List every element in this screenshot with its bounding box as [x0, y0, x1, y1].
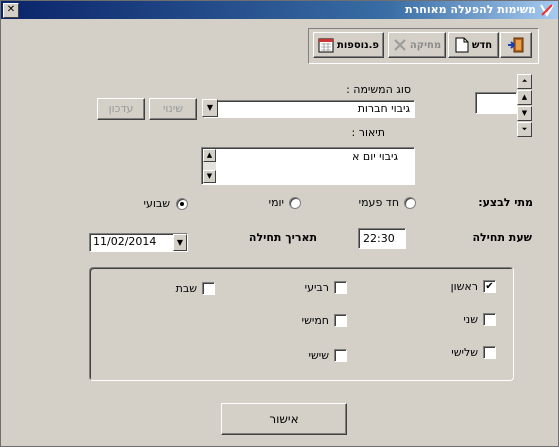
new-label: חדש: [471, 39, 493, 51]
day-label-monday: שני: [463, 313, 478, 326]
first-icon: ⏶: [521, 77, 528, 85]
description-text: גיבוי יום א: [352, 150, 398, 163]
calendar-icon: [318, 38, 334, 53]
scroll-down-button[interactable]: ▼: [203, 170, 216, 183]
day-checkbox-thursday[interactable]: [334, 314, 347, 327]
task-type-select[interactable]: גיבוי חברות: [203, 100, 415, 118]
start-date-value: 11/02/2014: [93, 235, 157, 248]
checkmark-icon: ✔: [485, 281, 494, 292]
chevron-down-icon: ▼: [176, 238, 184, 247]
next-record-button[interactable]: ▼: [517, 106, 532, 121]
weekly-label: שבועי: [143, 197, 171, 210]
task-type-label: סוג המשימה :: [346, 83, 411, 96]
delete-label: מחיקה: [409, 39, 442, 51]
start-time-label: שעת תחילה: [472, 231, 532, 244]
task-type-dropdown-button[interactable]: ▼: [202, 99, 218, 117]
day-label-thursday: חמישי: [301, 314, 329, 327]
start-date-dropdown-button[interactable]: ▼: [173, 234, 187, 251]
last-icon: ⏷: [521, 125, 528, 133]
task-type-value: גיבוי חברות: [357, 102, 410, 115]
change-button[interactable]: שינוי: [149, 98, 197, 120]
day-label-saturday: שבת: [175, 282, 197, 295]
delete-button[interactable]: מחיקה: [388, 32, 446, 58]
once-radio[interactable]: [404, 197, 416, 209]
extras-button[interactable]: פ.נוספות: [313, 32, 384, 58]
delete-x-icon: [394, 39, 406, 51]
once-label: חד פעמי: [358, 196, 399, 209]
start-time-value: 22:30: [363, 232, 395, 245]
weekly-radio[interactable]: [176, 198, 188, 210]
description-textarea[interactable]: גיבוי יום א ▲ ▼: [201, 147, 415, 185]
description-label: תיאור :: [351, 126, 385, 139]
day-label-sunday: ראשון: [450, 280, 478, 293]
day-checkbox-friday[interactable]: [334, 349, 347, 362]
ok-button[interactable]: אישור: [221, 403, 347, 435]
previous-record-button[interactable]: ▲: [517, 90, 532, 105]
day-label-friday: שישי: [308, 349, 329, 362]
down-arrow-icon: ▼: [521, 109, 528, 117]
close-button[interactable]: ✕: [3, 3, 19, 18]
extras-label: פ.נוספות: [337, 39, 379, 51]
day-checkbox-saturday[interactable]: [202, 282, 215, 295]
day-checkbox-tuesday[interactable]: [483, 346, 496, 359]
document-icon: [455, 37, 469, 53]
app-logo-icon: [540, 4, 554, 17]
update-button[interactable]: עדכון: [97, 98, 145, 120]
start-time-input[interactable]: 22:30: [358, 228, 406, 249]
exit-button[interactable]: [500, 32, 532, 58]
day-label-wednesday: רביעי: [304, 281, 329, 294]
scroll-up-button[interactable]: ▲: [203, 149, 216, 162]
exit-door-icon: [508, 37, 524, 53]
daily-radio[interactable]: [289, 197, 301, 209]
up-arrow-icon: ▲: [206, 151, 213, 159]
window-title: משימות להפעלה מאוחרת: [405, 3, 536, 16]
close-icon: ✕: [6, 4, 16, 15]
when-label: מתי לבצע:: [478, 196, 533, 209]
daily-label: יומי: [268, 196, 284, 209]
day-checkbox-monday[interactable]: [483, 313, 496, 326]
record-number-field[interactable]: [475, 92, 517, 114]
start-date-label: תאריך תחילה: [248, 231, 317, 244]
chevron-down-icon: ▼: [206, 103, 214, 112]
task-scheduler-window: ✕ משימות להפעלה מאוחרת חדש מחיקה פ.נוספו…: [0, 0, 559, 447]
first-record-button[interactable]: ⏶: [517, 74, 532, 89]
down-arrow-icon: ▼: [206, 172, 213, 180]
last-record-button[interactable]: ⏷: [517, 122, 532, 137]
description-scrollbar[interactable]: ▲ ▼: [203, 149, 216, 183]
up-arrow-icon: ▲: [521, 93, 528, 101]
day-label-tuesday: שלישי: [451, 346, 478, 359]
day-checkbox-wednesday[interactable]: [334, 281, 347, 294]
new-button[interactable]: חדש: [448, 32, 499, 58]
title-bar[interactable]: ✕ משימות להפעלה מאוחרת: [1, 1, 558, 19]
day-checkbox-sunday[interactable]: ✔: [483, 280, 496, 293]
